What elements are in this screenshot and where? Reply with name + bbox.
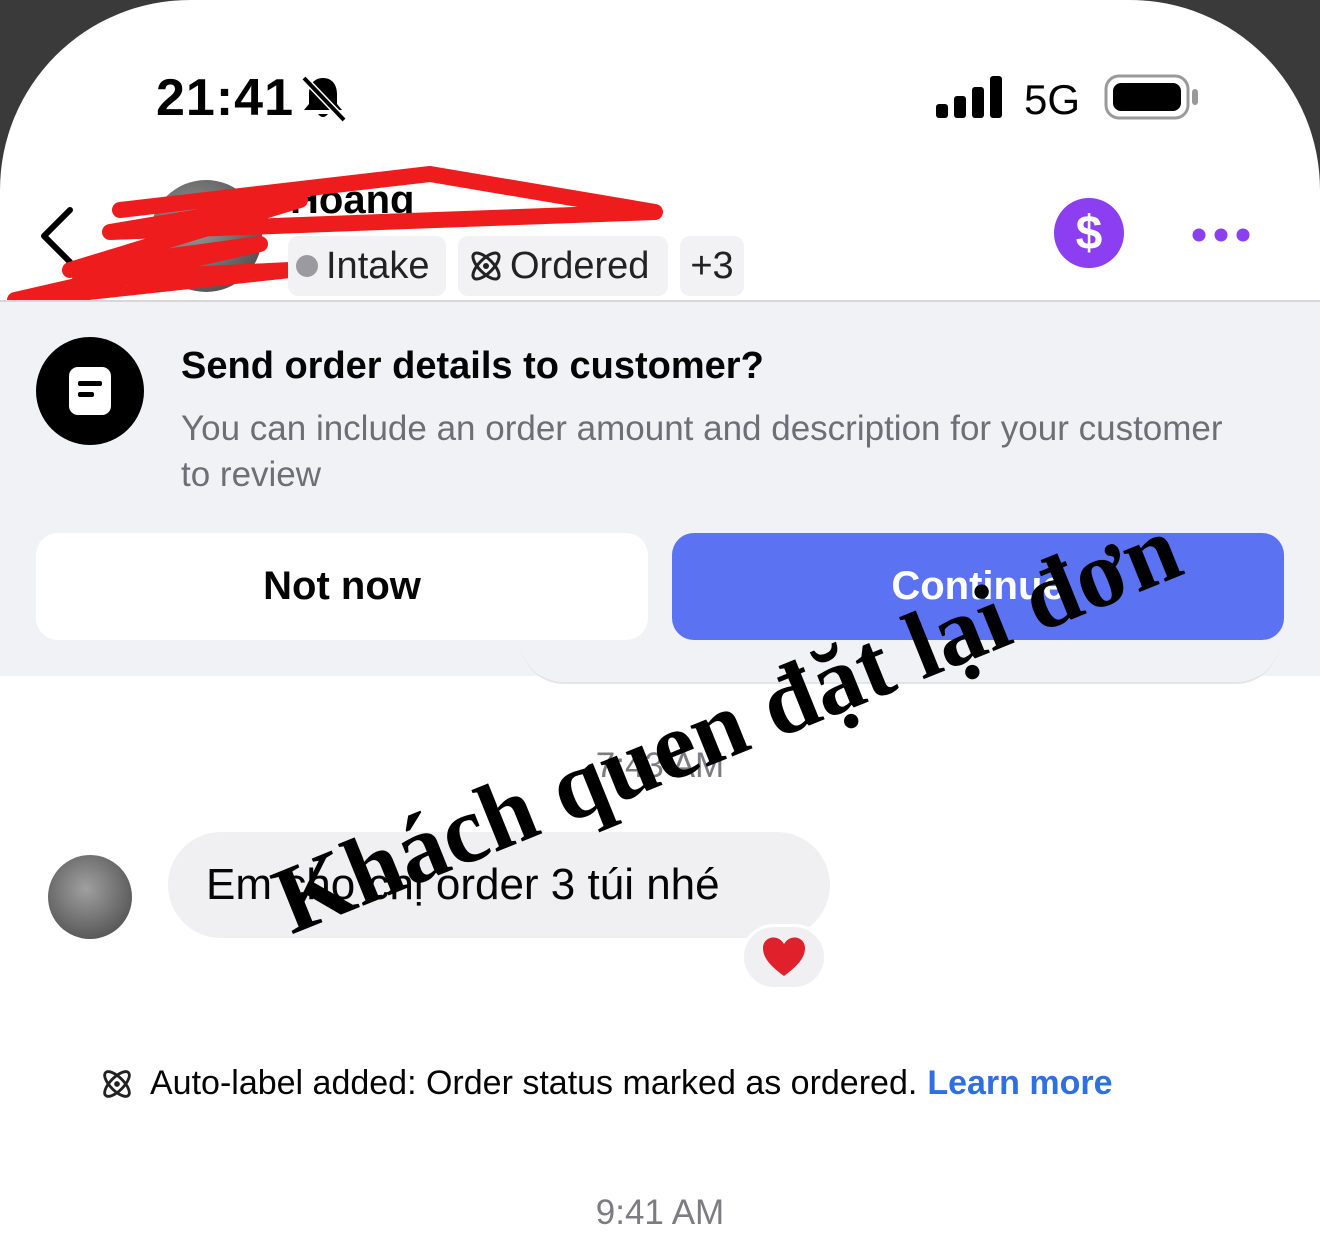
order-form-icon [36,337,144,445]
label-chip-intake[interactable]: Intake [288,236,446,296]
status-dot [296,255,318,277]
label-chip-ordered[interactable]: Ordered [458,236,668,296]
status-time: 21:41 [156,69,294,127]
not-now-button[interactable]: Not now [36,533,648,640]
more-icon[interactable] [1186,220,1256,250]
reaction-badge[interactable] [741,924,827,990]
bell-slash-icon [301,75,347,123]
label-text: Intake [326,244,430,287]
battery-icon [1104,74,1198,120]
label-text: +3 [690,244,734,287]
system-message: Auto-label added: Order status marked as… [98,1064,1113,1103]
banner-description: You can include an order amount and desc… [181,409,1223,494]
label-chip-more[interactable]: +3 [680,236,744,296]
label-text: Ordered [510,244,650,287]
atom-icon [103,1069,131,1098]
system-message-text: Auto-label added: Order status marked as… [150,1064,918,1102]
phone-screen: 21:41 5G Hoang Intake Ordered +3 $ Send … [0,0,1320,1234]
payment-button[interactable]: $ [1054,198,1124,268]
dollar-icon: $ [1075,206,1103,260]
signal-icon [936,76,1002,118]
atom-icon [471,251,501,281]
learn-more-link[interactable]: Learn more [927,1064,1112,1103]
banner-title: Send order details to customer? [181,345,764,387]
network-label: 5G [1024,76,1081,123]
sender-avatar[interactable] [48,855,132,939]
heart-icon [763,937,805,976]
message-timestamp: 9:41 AM [595,1193,725,1232]
